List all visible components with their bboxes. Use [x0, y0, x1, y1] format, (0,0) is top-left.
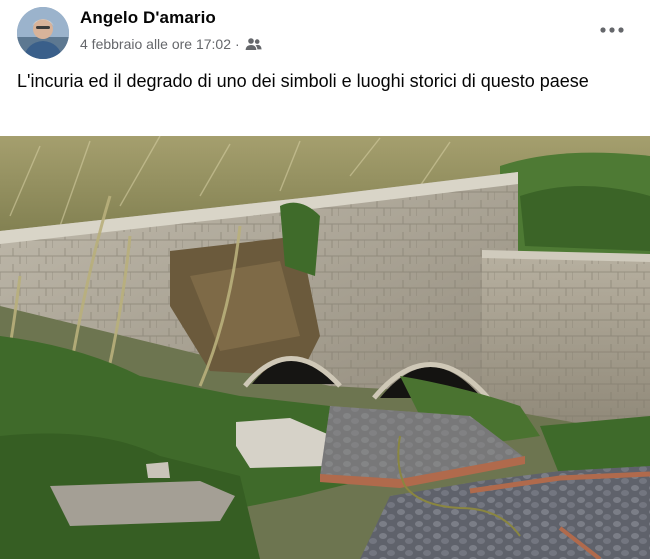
post-meta: 4 febbraio alle ore 17:02 ·: [80, 36, 262, 52]
post-timestamp[interactable]: 4 febbraio alle ore 17:02: [80, 36, 231, 52]
facebook-post: Angelo D'amario 4 febbraio alle ore 17:0…: [0, 0, 650, 559]
author-avatar[interactable]: [17, 7, 69, 59]
more-options-icon[interactable]: [597, 20, 627, 40]
post-photo[interactable]: [0, 136, 650, 559]
post-text: L'incuria ed il degrado di uno dei simbo…: [17, 71, 589, 91]
meta-separator: ·: [235, 36, 240, 52]
author-name[interactable]: Angelo D'amario: [80, 8, 216, 28]
post-header: Angelo D'amario 4 febbraio alle ore 17:0…: [0, 0, 650, 62]
friends-icon[interactable]: [245, 37, 262, 51]
